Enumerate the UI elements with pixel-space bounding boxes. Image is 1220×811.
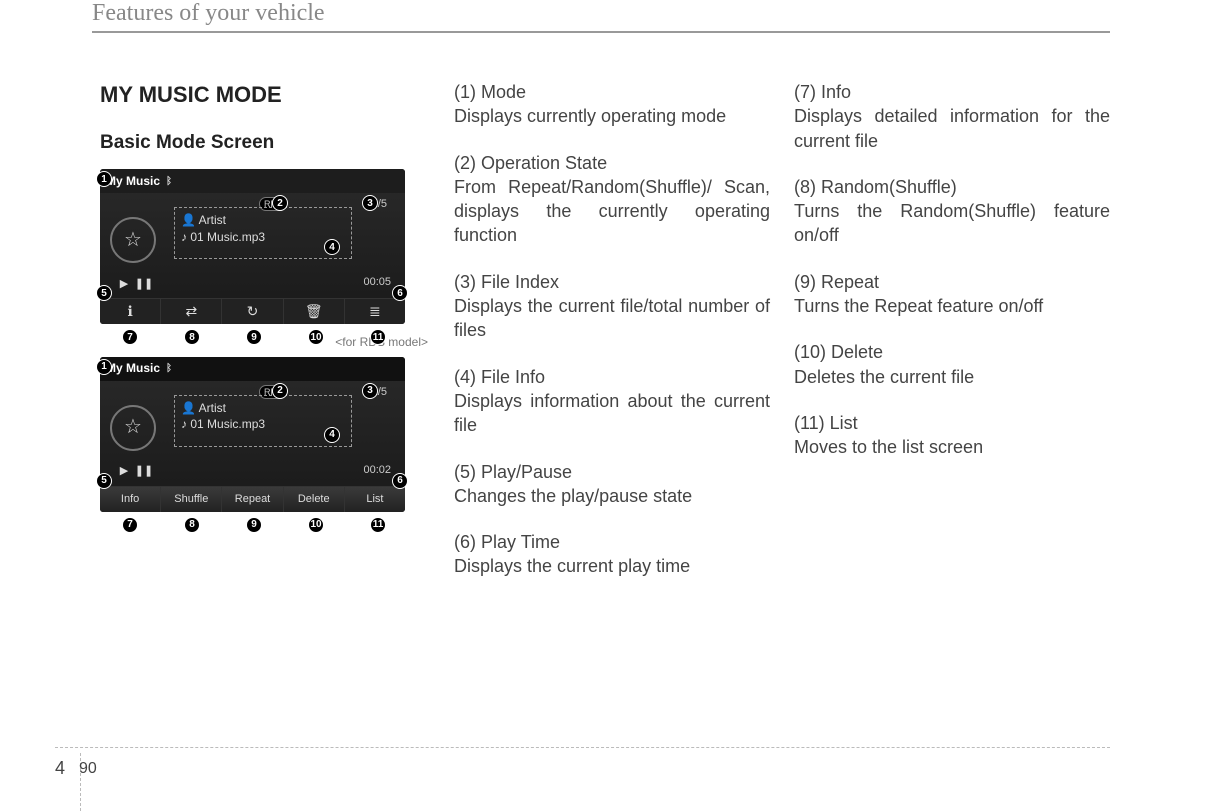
screenshot-standard-wrap: My Music ᛒ RPT 1/5 ☆ Artist 01 Music.mp3…: [100, 169, 405, 324]
desc-text: Displays information about the current f…: [454, 389, 770, 438]
callout-badge: 1: [96, 359, 112, 375]
page-number: 90: [79, 760, 97, 778]
delete-button[interactable]: Delete: [284, 486, 345, 512]
screenshot-rds-wrap: My Music ᛒ RPT 1/5 ☆ Artist 01 Music.mp3…: [100, 357, 405, 512]
desc-entry: (8) Random(Shuffle) Turns the Random(Shu…: [794, 175, 1110, 248]
bluetooth-icon: ᛒ: [166, 175, 172, 189]
repeat-button[interactable]: ↻: [222, 298, 283, 324]
callout-badge: 9: [246, 517, 262, 533]
callout-badge: 3: [362, 383, 378, 399]
desc-entry: (2) Operation State From Repeat/Random(S…: [454, 151, 770, 248]
desc-title: (9) Repeat: [794, 270, 1110, 294]
desc-title: (4) File Info: [454, 365, 770, 389]
desc-entry: (3) File Index Displays the current file…: [454, 270, 770, 343]
desc-text: Displays detailed information for the cu…: [794, 104, 1110, 153]
pause-icon: ❚❚: [136, 276, 152, 292]
callout-badge: 5: [96, 473, 112, 489]
desc-title: (11) List: [794, 411, 1110, 435]
play-time: 00:05: [363, 275, 391, 290]
desc-title: (2) Operation State: [454, 151, 770, 175]
desc-text: Changes the play/pause state: [454, 484, 770, 508]
column-1: MY MUSIC MODE Basic Mode Screen My Music…: [100, 80, 430, 601]
artist-label: Artist: [181, 212, 345, 228]
column-3: (7) Info Displays detailed information f…: [794, 80, 1110, 601]
pause-icon: ❚❚: [136, 464, 152, 480]
desc-text: Turns the Repeat feature on/off: [794, 294, 1110, 318]
callout-badge: 4: [324, 427, 340, 443]
shot-topbar: My Music ᛒ: [100, 357, 405, 381]
callout-badge: 2: [272, 383, 288, 399]
play-icon: ▶: [116, 464, 132, 480]
desc-entry: (10) Delete Deletes the current file: [794, 340, 1110, 389]
track-label: 01 Music.mp3: [181, 229, 345, 245]
desc-title: (3) File Index: [454, 270, 770, 294]
play-pause-control[interactable]: ▶ ❚❚: [116, 464, 152, 480]
desc-title: (10) Delete: [794, 340, 1110, 364]
page-footer: 4 90: [55, 747, 1110, 779]
desc-text: Displays the current file/total number o…: [454, 294, 770, 343]
column-2: (1) Mode Displays currently operating mo…: [454, 80, 770, 601]
play-pause-control[interactable]: ▶ ❚❚: [116, 276, 152, 292]
shot-mode-label: My Music: [106, 360, 160, 376]
desc-text: Turns the Random(Shuffle) feature on/off: [794, 199, 1110, 248]
page-header: Features of your vehicle: [92, 0, 1110, 33]
desc-entry: (9) Repeat Turns the Repeat feature on/o…: [794, 270, 1110, 319]
callout-badge: 7: [122, 517, 138, 533]
desc-entry: (5) Play/Pause Changes the play/pause st…: [454, 460, 770, 509]
shuffle-button[interactable]: Shuffle: [161, 486, 222, 512]
play-icon: ▶: [116, 276, 132, 292]
delete-button[interactable]: 🗑: [284, 298, 345, 324]
desc-text: Moves to the list screen: [794, 435, 1110, 459]
shot-topbar: My Music ᛒ: [100, 169, 405, 193]
desc-text: Displays the current play time: [454, 554, 770, 578]
subsection-title: Basic Mode Screen: [100, 130, 430, 156]
bottom-button-row: ℹ ⇄ ↻ 🗑 ≣: [100, 298, 405, 324]
track-label: 01 Music.mp3: [181, 416, 345, 432]
bottom-button-row: Info Shuffle Repeat Delete List: [100, 486, 405, 512]
list-button[interactable]: List: [345, 486, 405, 512]
content-columns: MY MUSIC MODE Basic Mode Screen My Music…: [100, 80, 1110, 601]
artist-label: Artist: [181, 400, 345, 416]
play-time: 00:02: [363, 463, 391, 478]
desc-text: Deletes the current file: [794, 365, 1110, 389]
screenshot-rds: My Music ᛒ RPT 1/5 ☆ Artist 01 Music.mp3…: [100, 357, 405, 512]
callout-badge: 10: [308, 517, 324, 533]
info-button[interactable]: ℹ: [100, 298, 161, 324]
desc-text: Displays currently operating mode: [454, 104, 770, 128]
desc-title: (8) Random(Shuffle): [794, 175, 1110, 199]
screenshot-standard: My Music ᛒ RPT 1/5 ☆ Artist 01 Music.mp3…: [100, 169, 405, 324]
desc-entry: (6) Play Time Displays the current play …: [454, 530, 770, 579]
album-art-icon: ☆: [110, 217, 156, 263]
callout-badge: 11: [370, 517, 386, 533]
callout-badge: 8: [184, 517, 200, 533]
desc-entry: (11) List Moves to the list screen: [794, 411, 1110, 460]
desc-title: (7) Info: [794, 80, 1110, 104]
callout-badge: 6: [392, 285, 408, 301]
desc-entry: (7) Info Displays detailed information f…: [794, 80, 1110, 153]
info-button[interactable]: Info: [100, 486, 161, 512]
section-title: MY MUSIC MODE: [100, 80, 430, 110]
callout-badge: 6: [392, 473, 408, 489]
shuffle-button[interactable]: ⇄: [161, 298, 222, 324]
shot-mode-label: My Music: [106, 173, 160, 189]
desc-entry: (1) Mode Displays currently operating mo…: [454, 80, 770, 129]
bluetooth-icon: ᛒ: [166, 362, 172, 376]
header-title: Features of your vehicle: [92, 0, 325, 26]
list-button[interactable]: ≣: [345, 298, 405, 324]
desc-title: (1) Mode: [454, 80, 770, 104]
repeat-button[interactable]: Repeat: [222, 486, 283, 512]
album-art-icon: ☆: [110, 405, 156, 451]
desc-title: (6) Play Time: [454, 530, 770, 554]
desc-entry: (4) File Info Displays information about…: [454, 365, 770, 438]
chapter-number: 4: [55, 758, 65, 779]
desc-title: (5) Play/Pause: [454, 460, 770, 484]
callout-badge: 10: [308, 329, 324, 345]
desc-text: From Repeat/Random(Shuffle)/ Scan, displ…: [454, 175, 770, 248]
